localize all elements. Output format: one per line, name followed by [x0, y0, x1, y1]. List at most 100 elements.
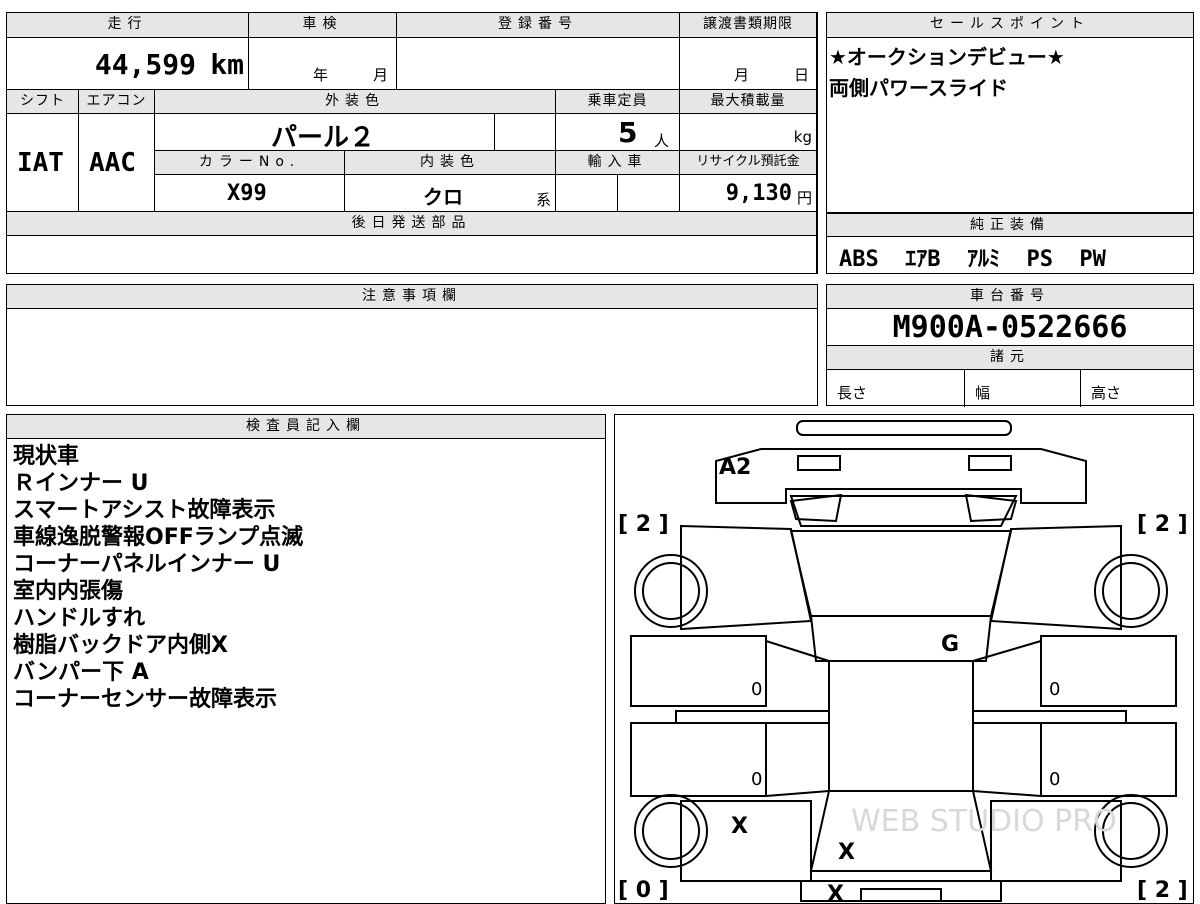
- inspector-note: コーナーセンサー故障表示: [13, 687, 278, 712]
- left-front-door: [630, 635, 767, 707]
- mileage-header: 走行: [7, 13, 249, 38]
- wheel-front-left-inner: [642, 562, 700, 620]
- later-parts-cell: [7, 236, 817, 273]
- capacity-cell: 5 人: [556, 114, 680, 151]
- left-pillar: [765, 640, 830, 662]
- mileage-cell: 44,599 km: [7, 38, 249, 90]
- sales-points-header: セールスポイント: [827, 13, 1193, 38]
- right-rear-door: [1040, 722, 1177, 797]
- ac-cell: AAC: [79, 114, 155, 212]
- mark-right-front-door: 0: [1049, 679, 1060, 700]
- wheel-rear-left-inner: [642, 802, 700, 860]
- left-rear-door: [630, 722, 767, 797]
- wheel-front-right-inner: [1102, 562, 1160, 620]
- right-front-door: [1040, 635, 1177, 707]
- exterior-cell: パール２: [155, 114, 495, 153]
- windshield: [789, 530, 1013, 617]
- right-side-sill: [972, 710, 1127, 724]
- spec-length: 長さ: [827, 370, 965, 407]
- equipment-header: 純正装備: [827, 214, 1193, 237]
- front-light-right: [968, 455, 1012, 471]
- right-pillar-rear: [972, 790, 1042, 797]
- watermark: WEB STUDIO PRO: [851, 804, 1117, 839]
- import-cell-b: [618, 175, 680, 212]
- ac-value: AAC: [89, 148, 136, 178]
- mark-left-rear-door: 0: [751, 769, 762, 790]
- capacity-header: 乗車定員: [556, 90, 680, 114]
- mileage-unit: km: [210, 48, 244, 81]
- rear-plate: [860, 888, 942, 902]
- inspector-note: コーナーパネルインナー U: [13, 552, 281, 577]
- recycle-value: 9,130: [725, 181, 792, 206]
- later-parts-header: 後日発送部品: [7, 212, 817, 236]
- front-left-fender: [680, 524, 813, 631]
- roof-panel: [828, 660, 974, 792]
- recycle-header: リサイクル預託金: [680, 151, 817, 175]
- recycle-unit: 円: [796, 189, 812, 207]
- max-load-header: 最大積載量: [680, 90, 817, 114]
- wheel-front-right: [1094, 554, 1168, 628]
- mark-rear-center: X: [838, 840, 855, 865]
- shift-cell: IAT: [7, 114, 79, 212]
- interior-cell: クロ 系: [345, 175, 556, 212]
- front-right-fender: [989, 524, 1122, 631]
- mileage-value: 44,599: [94, 48, 196, 81]
- chassis-number: M900A-0522666: [827, 309, 1193, 346]
- max-load-cell: kg: [680, 114, 817, 151]
- inspector-note: 現状車: [13, 444, 80, 469]
- reg-no-header: 登録番号: [397, 13, 680, 38]
- car-diagram: WEB STUDIO PRO A2 G X X X 0 0 0 0 [ 2 ] …: [618, 420, 1188, 903]
- shaken-year: 年: [313, 66, 329, 84]
- import-header: 輸入車: [556, 151, 680, 175]
- hood: [789, 495, 1018, 527]
- chassis-box: 車台番号 M900A-0522666 諸元 長さ 幅 高さ: [826, 284, 1194, 407]
- inspector-note: 樹脂バックドア内側X: [13, 633, 228, 658]
- color-no-header: カラーNo.: [155, 151, 345, 175]
- import-cell-a: [556, 175, 618, 212]
- reg-no-cell: [397, 38, 680, 90]
- tire-front-right: [ 2 ]: [1137, 512, 1188, 537]
- shaken-cell: 年 月: [249, 38, 397, 90]
- equipment-value: ABS ｴｱB ｱﾙﾐ PS PW: [839, 247, 1106, 272]
- mark-front-bumper: A2: [719, 455, 751, 480]
- shaken-header: 車検: [249, 13, 397, 38]
- interior-suffix: 系: [535, 191, 551, 209]
- mark-rear-left-wheel: X: [731, 814, 748, 839]
- spec-width-label: 幅: [975, 384, 991, 402]
- tire-front-left: [ 2 ]: [618, 512, 669, 537]
- left-side-sill: [675, 710, 830, 724]
- inspector-note: Ｒインナー U: [13, 471, 149, 496]
- transfer-header: 譲渡書類期限: [680, 13, 817, 38]
- equipment-box: 純正装備 ABS ｴｱB ｱﾙﾐ PS PW: [826, 213, 1194, 274]
- inspector-note: 室内内張傷: [13, 579, 124, 604]
- tire-rear-left: [ 0 ]: [618, 878, 669, 903]
- front-light-left: [797, 455, 841, 471]
- color-no-value: X99: [227, 181, 267, 206]
- sales-points-box: セールスポイント ★オークションデビュー★ 両側パワースライド: [826, 12, 1194, 213]
- capacity-unit: 人: [654, 132, 670, 150]
- sales-point-line: 両側パワースライド: [829, 76, 1008, 100]
- rear-left-quarter: [680, 800, 812, 882]
- transfer-month: 月: [734, 66, 750, 84]
- mark-roof: G: [941, 632, 959, 657]
- spec-height: 高さ: [1081, 370, 1193, 407]
- shift-header: シフト: [7, 90, 79, 114]
- max-load-unit: kg: [793, 128, 812, 146]
- inspector-note: 車線逸脱警報OFFランプ点滅: [13, 525, 304, 550]
- spec-length-label: 長さ: [837, 384, 868, 402]
- mark-left-front-door: 0: [751, 679, 762, 700]
- shift-value: IAT: [17, 148, 64, 178]
- sales-point-line: ★オークションデビュー★: [829, 45, 1065, 69]
- exterior-header: 外装色: [155, 90, 556, 114]
- capacity-value: 5: [618, 116, 638, 149]
- shaken-month: 月: [373, 66, 389, 84]
- front-bumper: [715, 448, 1087, 504]
- inspector-notes: 現状車 Ｒインナー U スマートアシスト故障表示 車線逸脱警報OFFランプ点滅 …: [7, 439, 605, 713]
- caution-header: 注意事項欄: [7, 285, 817, 309]
- roof: [809, 615, 993, 662]
- front-top-bar: [796, 420, 1012, 436]
- interior-header: 内装色: [345, 151, 556, 175]
- inspector-header: 検査員記入欄: [7, 415, 605, 439]
- color-no-cell: X99: [155, 175, 345, 212]
- mark-right-rear-door: 0: [1049, 769, 1060, 790]
